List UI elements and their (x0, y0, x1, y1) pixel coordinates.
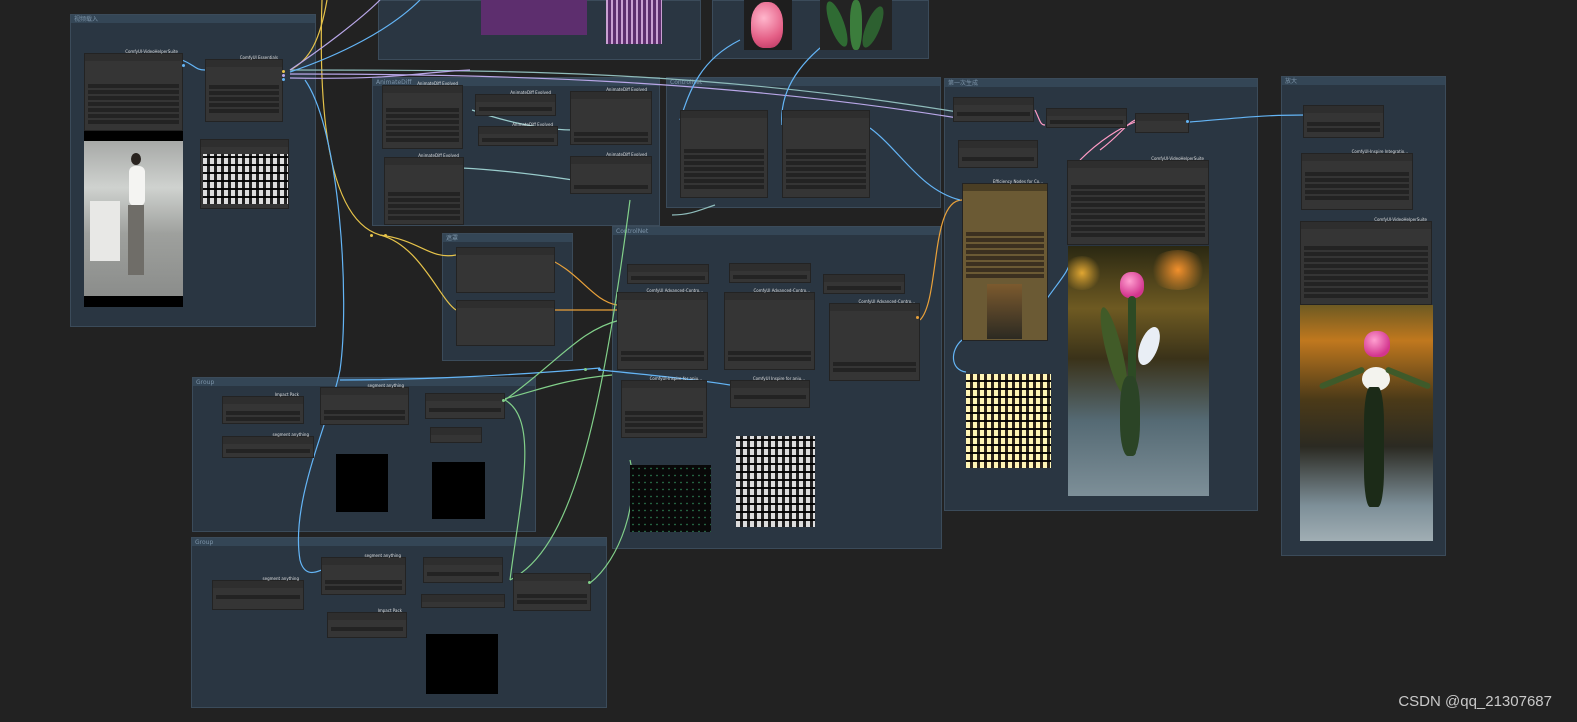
port-dot[interactable] (384, 234, 387, 237)
mask-composite-node[interactable] (513, 573, 591, 611)
node-title: ComfyUI Inspire for aniu... (752, 376, 805, 381)
node-title: segment anything (272, 432, 309, 437)
mask-combine-node[interactable] (423, 557, 503, 583)
ksampler-preview-image (987, 284, 1022, 339)
node-title: Impact Pack (274, 392, 299, 397)
segment-node-3[interactable]: segment anything (212, 576, 304, 610)
node-title: AnimateDiff Evolved (510, 90, 551, 95)
mask-frames-grid-1 (336, 454, 388, 512)
node-title: Efficiency Nodes for Co... (992, 179, 1043, 184)
impact-node-2[interactable]: Impact Pack (327, 608, 407, 638)
animatediff-settings-node[interactable]: AnimateDiff Evolved (475, 90, 556, 116)
port-dot[interactable] (370, 234, 373, 237)
cn-loader-3[interactable] (823, 274, 905, 294)
port-dot[interactable] (182, 64, 185, 67)
ksampler-node[interactable]: Efficiency Nodes for Co... (962, 179, 1048, 341)
upscale-image-node[interactable]: ComfyUI-Inspire Integratio... (1301, 149, 1413, 210)
frames-preview-node[interactable] (200, 139, 289, 209)
tulip-image-2 (820, 0, 892, 50)
node-title: ComfyUI-Inspire for aniu... (649, 376, 702, 381)
mask-preview-node-1[interactable] (430, 427, 482, 443)
load-video-node[interactable]: ComfyUI-VideoHelperSuite (84, 49, 183, 131)
upscaled-tulip-video (1300, 305, 1433, 541)
mask-frames-grid-2 (432, 462, 485, 519)
vae-loader-node[interactable] (958, 140, 1038, 168)
mask-frames-grid-3 (426, 634, 498, 694)
checkpoint-loader-node[interactable] (953, 97, 1034, 122)
node-title: ComfyUI-VideoHelperSuite (1374, 217, 1427, 222)
node-title: ComfyUI Advanced-Contro... (753, 288, 810, 293)
openpose-preview-image (481, 0, 587, 35)
node-title: ComfyUI Advanced-Contro... (646, 288, 703, 293)
mask-grow-node[interactable] (421, 594, 505, 608)
impact-node-1[interactable]: Impact Pack (222, 392, 304, 424)
mask-node-1[interactable] (456, 247, 555, 293)
cn-apply-node-1[interactable]: ComfyUI Advanced-Contro... (617, 288, 708, 370)
node-graph-canvas[interactable]: 视频载入 AnimateDiff ControlNet 第一次生成 放大 遮罩 … (0, 0, 1577, 722)
node-title: ComfyUI-Inspire Integratio... (1351, 149, 1408, 154)
lora-loader-node-2[interactable] (782, 110, 870, 198)
segment-node-1[interactable]: segment anything (222, 432, 314, 458)
watermark-text: CSDN @qq_21307687 (1398, 693, 1552, 710)
node-title: ComfyUI Advanced-Contro... (858, 299, 915, 304)
pose-frames-image (606, 0, 662, 44)
port-dot[interactable] (584, 368, 587, 371)
lora-loader-node-1[interactable] (680, 110, 768, 198)
port-dot[interactable] (588, 581, 591, 584)
cn-apply-node-3[interactable]: ComfyUI Advanced-Contro... (829, 299, 920, 381)
cn-preprocessor-node-1[interactable]: ComfyUI-Inspire for aniu... (621, 376, 707, 438)
port-dot[interactable] (1186, 120, 1189, 123)
upscale-model-node[interactable] (1303, 105, 1384, 138)
port-dot[interactable] (282, 70, 285, 73)
tulip-image-1 (744, 0, 792, 50)
cn-loader-1[interactable] (627, 264, 709, 284)
openpose-frames-grid (736, 436, 815, 527)
depth-preview-image (630, 465, 711, 532)
node-title: AnimateDiff Evolved (606, 152, 647, 157)
animatediff-apply-node[interactable]: AnimateDiff Evolved (570, 87, 652, 145)
animatediff-motion-node[interactable]: AnimateDiff Evolved (570, 152, 652, 194)
latent-upscale-node[interactable] (1135, 113, 1189, 133)
port-dot[interactable] (282, 78, 285, 81)
node-title: AnimateDiff Evolved (606, 87, 647, 92)
port-dot[interactable] (598, 368, 601, 371)
animatediff-context-node[interactable]: AnimateDiff Evolved (384, 153, 464, 225)
node-title: segment anything (364, 553, 401, 558)
segment-node-2[interactable]: segment anything (320, 383, 409, 425)
node-title: AnimateDiff Evolved (418, 153, 459, 158)
node-title: segment anything (367, 383, 404, 388)
node-title: ComfyUI-VideoHelperSuite (125, 49, 178, 54)
cn-loader-2[interactable] (729, 263, 811, 283)
upscale-node[interactable]: ComfyUI Essentials (205, 55, 283, 122)
animatediff-loader-node[interactable]: AnimateDiff Evolved (382, 81, 463, 149)
port-dot[interactable] (502, 399, 505, 402)
video-preview-image (84, 131, 183, 307)
cn-preprocessor-node-2[interactable]: ComfyUI Inspire for aniu... (730, 376, 810, 408)
node-title: Impact Pack (377, 608, 402, 613)
node-title: AnimateDiff Evolved (417, 81, 458, 86)
node-title: AnimateDiff Evolved (512, 122, 553, 127)
cn-apply-node-2[interactable]: ComfyUI Advanced-Contro... (724, 288, 815, 370)
vhs-combine-node-1[interactable]: ComfyUI-VideoHelperSuite (1067, 156, 1209, 245)
frames-thumbnail-grid (203, 154, 288, 204)
port-dot[interactable] (916, 316, 919, 319)
generated-frames-grid (966, 374, 1051, 468)
generated-tulip-video (1068, 246, 1209, 496)
port-dot[interactable] (282, 74, 285, 77)
node-title: ComfyUI-VideoHelperSuite (1151, 156, 1204, 161)
mask-node-2[interactable] (456, 300, 555, 346)
node-title: segment anything (262, 576, 299, 581)
animatediff-sample-node[interactable]: AnimateDiff Evolved (478, 122, 558, 146)
node-title: ComfyUI Essentials (239, 55, 278, 60)
mask-to-image-node[interactable] (425, 393, 505, 419)
segment-node-4[interactable]: segment anything (321, 553, 406, 595)
vhs-combine-node-2[interactable]: ComfyUI-VideoHelperSuite (1300, 217, 1432, 305)
empty-latent-node[interactable] (1046, 108, 1127, 128)
